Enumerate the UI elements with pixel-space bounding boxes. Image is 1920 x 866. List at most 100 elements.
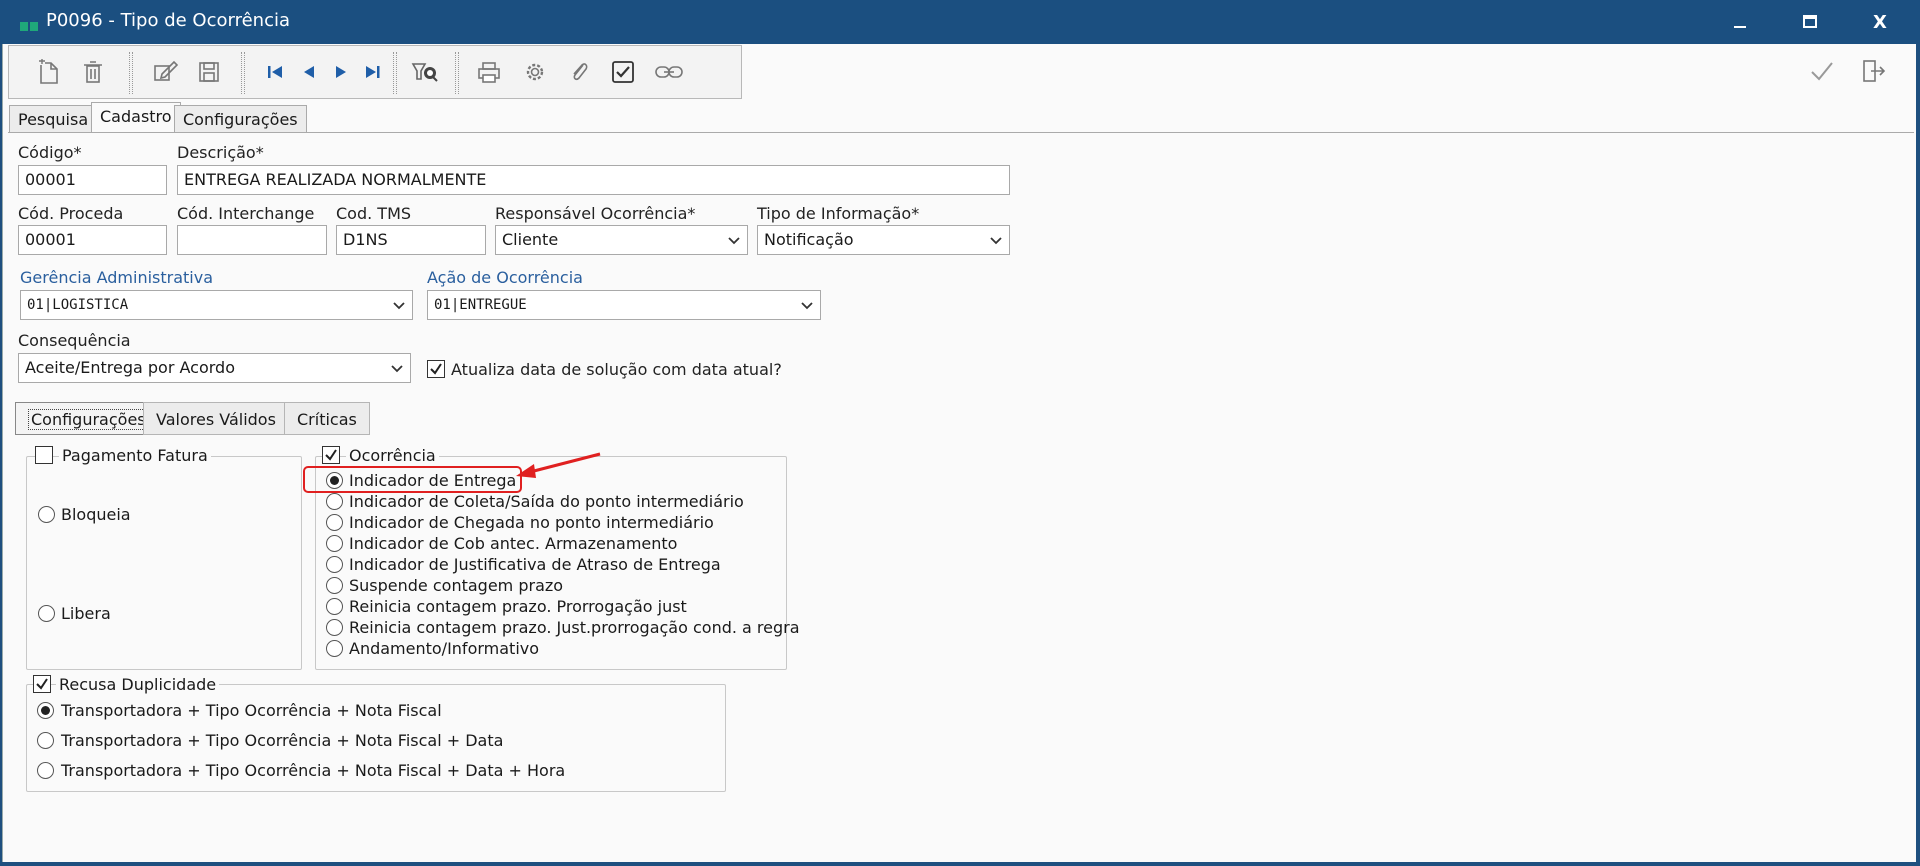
attachment-icon[interactable]: [563, 56, 595, 88]
first-record-icon[interactable]: [259, 56, 291, 88]
confirm-check-icon[interactable]: [1804, 54, 1840, 88]
ocorrencia-option-radio-8[interactable]: [326, 640, 343, 657]
ocorrencia-option-3: Indicador de Cob antec. Armazenamento: [349, 534, 678, 553]
recusa-duplicidade-checkbox[interactable]: [33, 675, 51, 693]
ocorrencia-option-radio-6[interactable]: [326, 598, 343, 615]
responsavel-value: Cliente: [502, 230, 559, 249]
toolbar: [8, 45, 742, 99]
subtab-valores-validos[interactable]: Valores Válidos: [143, 402, 289, 435]
new-document-icon[interactable]: [33, 56, 65, 88]
title-bar: P0096 - Tipo de Ocorrência X: [0, 0, 1920, 44]
ocorrencia-option-5: Suspende contagem prazo: [349, 576, 564, 595]
next-record-icon[interactable]: [325, 56, 357, 88]
minimize-button[interactable]: [1705, 0, 1775, 44]
ocorrencia-option-radio-4[interactable]: [326, 556, 343, 573]
tipo-informacao-label: Tipo de Informação*: [757, 204, 920, 223]
edit-icon[interactable]: [149, 56, 181, 88]
ocorrencia-option-4: Indicador de Justificativa de Atraso de …: [349, 555, 721, 574]
codigo-label: Código*: [18, 143, 82, 162]
last-record-icon[interactable]: [357, 56, 389, 88]
chevron-down-icon: [728, 237, 740, 245]
link-icon[interactable]: [653, 56, 685, 88]
chevron-down-icon: [393, 302, 405, 310]
ocorrencia-option-radio-5[interactable]: [326, 577, 343, 594]
ocorrencia-option-radio-2[interactable]: [326, 514, 343, 531]
toolbar-separator: [129, 52, 133, 94]
print-icon[interactable]: [473, 56, 505, 88]
bloqueia-radio[interactable]: [38, 506, 55, 523]
ocorrencia-option-radio-1[interactable]: [326, 493, 343, 510]
recusa-option-radio-0[interactable]: [37, 702, 54, 719]
ocorrencia-checkbox[interactable]: [322, 446, 340, 464]
acao-label: Ação de Ocorrência: [427, 268, 583, 287]
recusa-option-0: Transportadora + Tipo Ocorrência + Nota …: [61, 701, 442, 720]
bloqueia-label: Bloqueia: [61, 505, 131, 524]
search-filter-icon[interactable]: [409, 56, 441, 88]
chevron-down-icon: [391, 365, 403, 373]
cod-interchange-field[interactable]: [177, 225, 327, 255]
previous-record-icon[interactable]: [293, 56, 325, 88]
subtab-configuracoes[interactable]: Configurações: [15, 402, 162, 435]
exit-icon[interactable]: [1856, 54, 1892, 88]
save-icon[interactable]: [193, 56, 225, 88]
ocorrencia-option-radio-3[interactable]: [326, 535, 343, 552]
pagamento-fatura-group: [26, 456, 302, 670]
responsavel-select[interactable]: Cliente: [495, 225, 748, 255]
toolbar-separator: [393, 52, 397, 94]
recusa-option-2: Transportadora + Tipo Ocorrência + Nota …: [61, 761, 566, 780]
app-icon: [20, 16, 40, 31]
descricao-field[interactable]: ENTREGA REALIZADA NORMALMENTE: [177, 165, 1010, 195]
chevron-down-icon: [801, 302, 813, 310]
subtab-configuracoes-label: Configurações: [28, 409, 149, 430]
cod-proceda-field[interactable]: 00001: [18, 225, 167, 255]
codigo-field[interactable]: 00001: [18, 165, 167, 195]
trash-icon[interactable]: [77, 56, 109, 88]
ocorrencia-option-2: Indicador de Chegada no ponto intermediá…: [349, 513, 714, 532]
ocorrencia-option-7: Reinicia contagem prazo. Just.prorrogaçã…: [349, 618, 800, 637]
tab-configuracoes[interactable]: Configurações: [174, 105, 307, 132]
recusa-option-radio-1[interactable]: [37, 732, 54, 749]
chevron-down-icon: [990, 237, 1002, 245]
subtab-criticas[interactable]: Críticas: [284, 402, 370, 435]
ocorrencia-label: Ocorrência: [346, 446, 439, 465]
tab-cadastro[interactable]: Cadastro: [91, 102, 181, 133]
tipo-informacao-value: Notificação: [764, 230, 854, 249]
highlight-box: [303, 466, 522, 493]
atualiza-data-checkbox[interactable]: [427, 360, 445, 378]
consequencia-value: Aceite/Entrega por Acordo: [25, 358, 235, 377]
ocorrencia-option-6: Reinicia contagem prazo. Prorrogação jus…: [349, 597, 687, 616]
responsavel-label: Responsável Ocorrência*: [495, 204, 696, 223]
toolbar-separator: [241, 52, 245, 94]
maximize-button[interactable]: [1775, 0, 1845, 44]
pagamento-fatura-label: Pagamento Fatura: [59, 446, 211, 465]
close-button[interactable]: X: [1845, 0, 1915, 44]
cod-proceda-label: Cód. Proceda: [18, 204, 124, 223]
maximize-icon: [1803, 15, 1817, 28]
descricao-label: Descrição*: [177, 143, 264, 162]
cod-tms-field[interactable]: D1NS: [336, 225, 486, 255]
checkmark-icon: [430, 363, 442, 375]
pagamento-fatura-checkbox[interactable]: [35, 446, 53, 464]
ocorrencia-option-radio-7[interactable]: [326, 619, 343, 636]
recusa-duplicidade-label: Recusa Duplicidade: [56, 675, 220, 694]
consequencia-label: Consequência: [18, 331, 131, 350]
tipo-informacao-select[interactable]: Notificação: [757, 225, 1010, 255]
acao-select[interactable]: 01|ENTREGUE: [427, 290, 821, 320]
ocorrencia-option-8: Andamento/Informativo: [349, 639, 540, 658]
libera-radio[interactable]: [38, 605, 55, 622]
atualiza-data-label: Atualiza data de solução com data atual?: [451, 360, 782, 379]
approve-icon[interactable]: [607, 56, 639, 88]
recusa-option-1: Transportadora + Tipo Ocorrência + Nota …: [61, 731, 504, 750]
gerencia-label: Gerência Administrativa: [20, 268, 214, 287]
gerencia-value: 01|LOGISTICA: [27, 297, 129, 313]
gerencia-select[interactable]: 01|LOGISTICA: [20, 290, 413, 320]
window-title: P0096 - Tipo de Ocorrência: [46, 10, 291, 31]
gear-icon[interactable]: [519, 56, 551, 88]
cod-interchange-label: Cód. Interchange: [177, 204, 315, 223]
recusa-option-radio-2[interactable]: [37, 762, 54, 779]
tab-pesquisa[interactable]: Pesquisa: [9, 105, 98, 132]
consequencia-select[interactable]: Aceite/Entrega por Acordo: [18, 353, 411, 383]
acao-value: 01|ENTREGUE: [434, 297, 527, 313]
tab-divider: [8, 132, 1914, 133]
minimize-icon: [1734, 26, 1746, 28]
